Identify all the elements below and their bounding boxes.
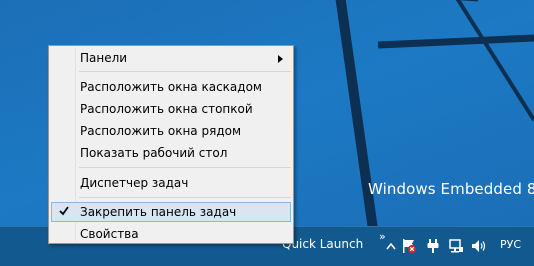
menu-item-label: Панели bbox=[80, 51, 128, 65]
menu-item-label: Расположить окна стопкой bbox=[80, 102, 253, 116]
menu-separator bbox=[79, 167, 291, 168]
menu-separator bbox=[79, 197, 291, 198]
menu-item-properties[interactable]: Свойства bbox=[51, 224, 291, 244]
os-watermark: Windows Embedded 8.1 bbox=[368, 180, 534, 198]
menu-item-label: Расположить окна рядом bbox=[80, 124, 242, 138]
network-icon[interactable] bbox=[447, 236, 465, 256]
quick-launch-label[interactable]: Quick Launch bbox=[282, 237, 363, 251]
menu-item-label: Показать рабочий стол bbox=[80, 146, 228, 160]
menu-item-label: Расположить окна каскадом bbox=[80, 80, 262, 94]
wallpaper-line-2 bbox=[377, 34, 534, 49]
language-indicator[interactable]: РУС bbox=[500, 238, 521, 251]
menu-item-side-by-side-windows[interactable]: Расположить окна рядом bbox=[51, 121, 291, 141]
submenu-arrow-icon bbox=[278, 52, 283, 66]
show-hidden-icons-icon[interactable] bbox=[382, 236, 400, 256]
menu-separator bbox=[79, 71, 291, 72]
taskbar-context-menu: Панели Расположить окна каскадом Располо… bbox=[48, 45, 294, 244]
menu-item-show-desktop[interactable]: Показать рабочий стол bbox=[51, 143, 291, 163]
wallpaper-line-3 bbox=[455, 0, 534, 122]
volume-icon[interactable] bbox=[470, 236, 488, 256]
menu-item-toolbars[interactable]: Панели bbox=[51, 48, 291, 68]
menu-item-task-manager[interactable]: Диспетчер задач bbox=[51, 173, 291, 193]
menu-item-lock-taskbar[interactable]: Закрепить панель задач bbox=[51, 202, 291, 222]
checkmark-icon bbox=[58, 205, 70, 220]
action-center-flag-icon[interactable] bbox=[400, 236, 418, 256]
menu-item-cascade-windows[interactable]: Расположить окна каскадом bbox=[51, 77, 291, 97]
menu-item-label: Закрепить панель задач bbox=[80, 205, 237, 219]
menu-item-label: Диспетчер задач bbox=[80, 176, 189, 190]
power-icon[interactable] bbox=[424, 236, 442, 256]
menu-item-stack-windows[interactable]: Расположить окна стопкой bbox=[51, 99, 291, 119]
menu-item-label: Свойства bbox=[80, 227, 139, 241]
